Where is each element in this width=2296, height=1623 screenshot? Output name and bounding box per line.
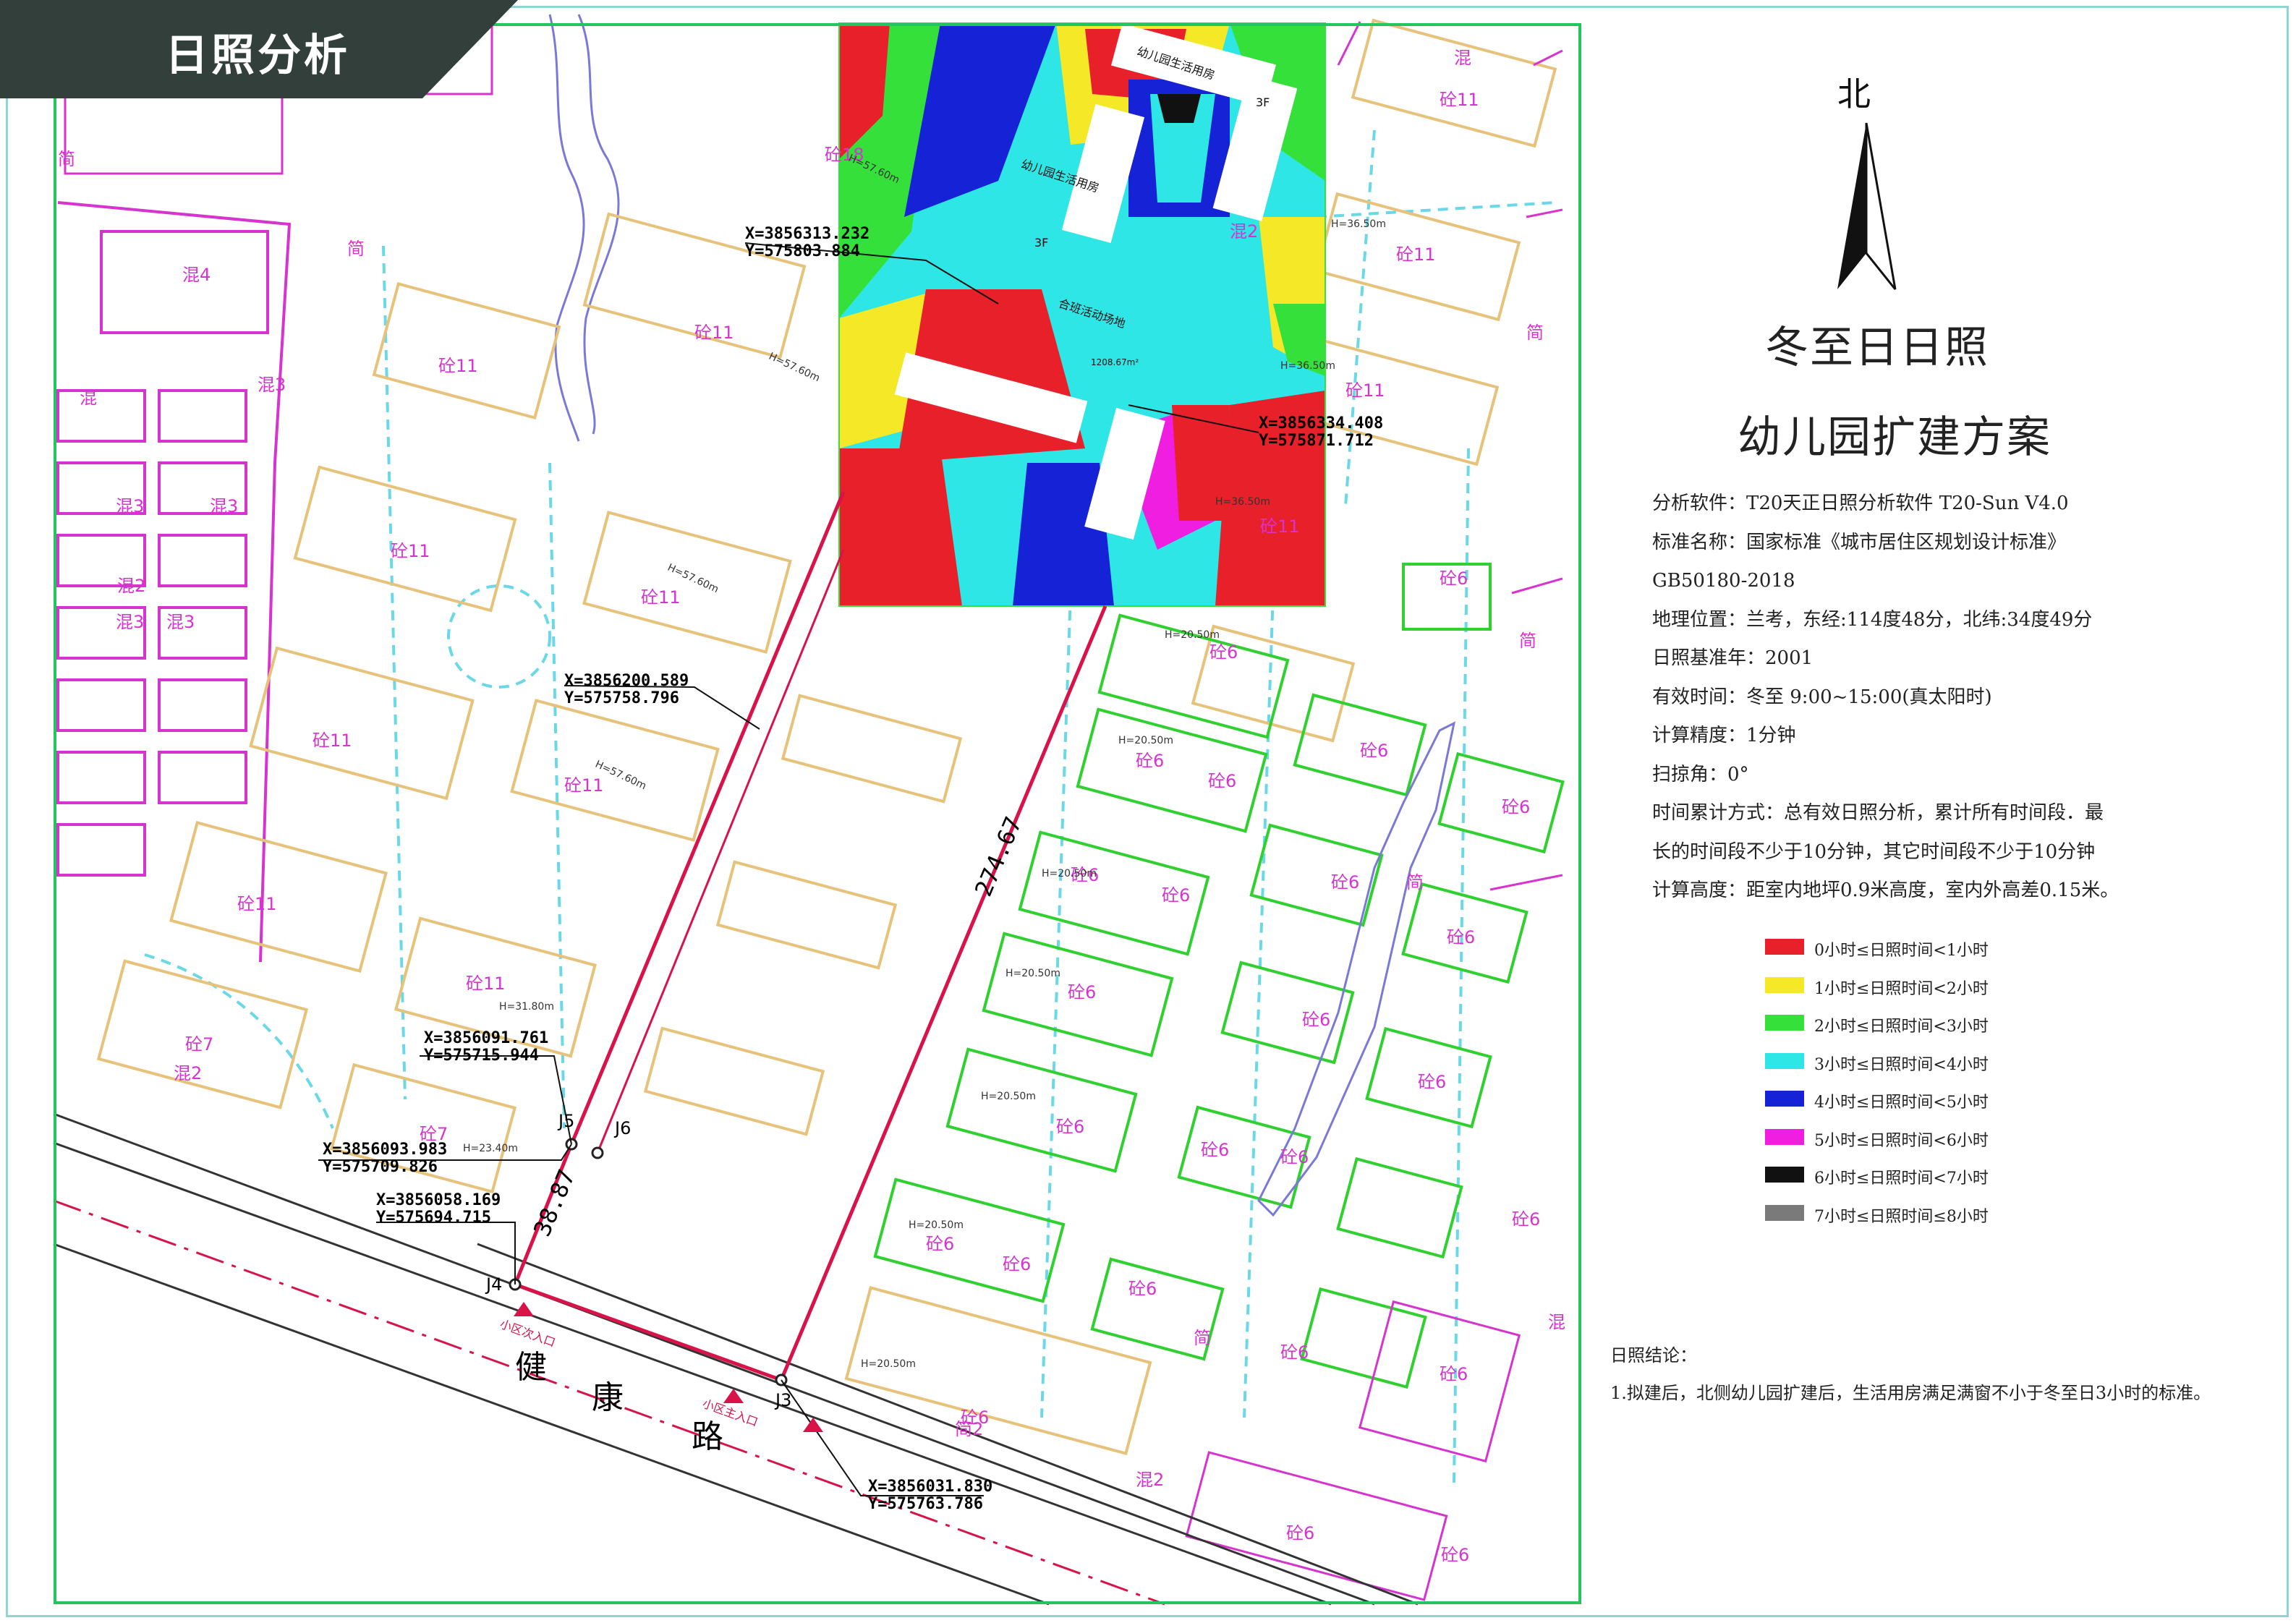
legend-label: 2小时≤日照时间<3小时 (1814, 1018, 1989, 1036)
info-standard: 标准名称：国家标准《城市居住区规划设计标准》 (1652, 531, 2067, 553)
analysis-info: 分析软件：T20天正日照分析软件 T20-Sun V4.0 标准名称：国家标准《… (1652, 485, 2289, 911)
info-software: 分析软件：T20天正日照分析软件 T20-Sun V4.0 (1652, 493, 2069, 514)
legend-swatch (1765, 976, 1804, 993)
legend-label: 4小时≤日照时间<5小时 (1814, 1094, 1989, 1112)
info-precision: 计算精度：1分钟 (1652, 725, 1796, 746)
info-valid-time: 有效时间：冬至 9:00~15:00(真太阳时) (1652, 686, 1992, 708)
legend-swatch (1765, 1015, 1804, 1031)
legend-label: 3小时≤日照时间<4小时 (1814, 1055, 1989, 1074)
legend-label: 5小时≤日照时间<6小时 (1814, 1131, 1989, 1150)
info-base-year: 日照基准年：2001 (1652, 647, 1814, 669)
north-arrow-icon (1837, 122, 1897, 290)
legend-label: 0小时≤日照时间<1小时 (1814, 942, 1989, 960)
legend-swatch (1765, 939, 1804, 955)
legend-label: 6小时≤日照时间<7小时 (1814, 1170, 1989, 1188)
legend-swatch (1765, 1052, 1804, 1069)
info-sweep-angle: 扫掠角：0° (1652, 763, 1749, 785)
legend-swatch (1765, 1091, 1804, 1107)
conclusion-item: 1.拟建后，北侧幼儿园扩建后，生活用房满足满窗不小于冬至日3小时的标准。 (1610, 1383, 2211, 1403)
legend-label: 7小时≤日照时间≤8小时 (1814, 1207, 1989, 1226)
info-calc-height: 计算高度：距室内地坪0.9米高度，室内外高差0.15米。 (1652, 879, 2119, 901)
info-accumulate-1: 时间累计方式：总有效日照分析，累计所有时间段．最 (1652, 802, 2104, 824)
page-title: 日照分析 (165, 30, 350, 81)
conclusion-heading: 日照结论： (1610, 1345, 1697, 1366)
legend-label: 1小时≤日照时间<2小时 (1814, 979, 1989, 998)
chart-subtitle: 幼儿园扩建方案 (1738, 412, 2051, 463)
legend-swatch (1765, 1167, 1804, 1183)
north-label: 北 (1837, 74, 1871, 114)
header-tab: 日照分析 (0, 0, 521, 98)
info-location: 地理位置：兰考，东经:114度48分，北纬:34度49分 (1652, 608, 2093, 631)
map-frame (54, 23, 1581, 1604)
legend-swatch (1765, 1128, 1804, 1145)
info-accumulate-2: 长的时间段不少于10分钟，其它时间段不少于10分钟 (1652, 840, 2096, 863)
chart-title: 冬至日日照 (1765, 323, 1989, 373)
info-standard-code: GB50180-2018 (1652, 570, 1795, 592)
conclusion: 日照结论： 1.拟建后，北侧幼儿园扩建后，生活用房满足满窗不小于冬至日3小时的标… (1610, 1337, 2211, 1412)
legend-swatch (1765, 1204, 1804, 1221)
